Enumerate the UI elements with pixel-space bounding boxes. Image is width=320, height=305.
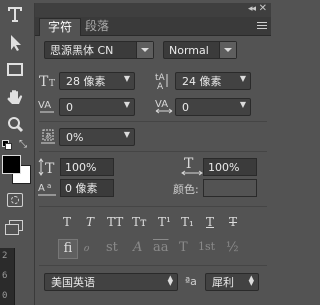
antialias-select[interactable]: 犀利 ▲ ▼	[205, 273, 259, 291]
font-family-dropdown[interactable]: 思源黑体 CN	[44, 41, 154, 59]
antialias-icon: ªa	[185, 275, 197, 288]
font-style-value: Normal	[169, 44, 209, 57]
strikethrough-button[interactable]: T	[229, 215, 237, 229]
tab-character[interactable]: 字符	[39, 18, 82, 36]
chevron-down-icon: ▼	[123, 74, 130, 83]
baseline-shift-value: 0 像素	[65, 182, 98, 195]
tracking-select[interactable]: 0 ▼	[175, 98, 251, 116]
chevron-down-icon	[219, 42, 236, 58]
character-panel: ◂◂ ✕ 字符 段落 思源黑体 CN Normal TT 28 像素 ▼ tA A…	[34, 3, 271, 305]
svg-text:あ: あ	[45, 132, 52, 140]
tracking-value: 0	[182, 101, 189, 114]
ordinals-button[interactable]: 1st	[198, 240, 215, 260]
stylistic-alternates-button[interactable]: aa	[153, 240, 169, 260]
kerning-value: 0	[66, 101, 73, 114]
baseline-shift-field[interactable]: 0 像素	[60, 179, 114, 197]
svg-text:T: T	[49, 79, 55, 88]
vertical-scale-icon: T	[38, 158, 60, 179]
svg-text:VA: VA	[155, 99, 168, 110]
tsume-icon: あ	[39, 127, 59, 148]
antialias-value: 犀利	[212, 276, 234, 289]
leading-value: 24 像素	[182, 75, 222, 88]
close-panel-icon[interactable]: ✕	[259, 3, 267, 14]
path-selection-tool-icon[interactable]	[4, 33, 26, 53]
discretionary-ligatures-button[interactable]: st	[106, 240, 118, 260]
text-color-swatch[interactable]	[203, 179, 257, 197]
separator	[39, 151, 267, 152]
horizontal-scale-field[interactable]: 100%	[203, 158, 257, 176]
kerning-select[interactable]: 0 ▼	[59, 98, 135, 116]
screen-mode-icon[interactable]	[5, 220, 23, 235]
foreground-color-swatch[interactable]	[2, 155, 21, 174]
subscript-button[interactable]: T₁	[181, 215, 194, 229]
tsume-value: 0%	[66, 131, 84, 144]
vertical-scale-field[interactable]: 100%	[60, 158, 114, 176]
hand-tool-icon[interactable]	[4, 88, 26, 108]
language-select[interactable]: 美国英语 ▲ ▼	[44, 273, 178, 291]
svg-text:A: A	[38, 183, 45, 194]
swap-colors-icon[interactable]: ⤡	[19, 139, 27, 150]
panel-tabs: 字符 段落	[35, 17, 271, 36]
tsume-select[interactable]: 0% ▼	[59, 128, 135, 146]
underline-button[interactable]: T	[206, 215, 214, 229]
tab-paragraph[interactable]: 段落	[77, 18, 117, 35]
kerning-icon: VA	[38, 98, 58, 117]
svg-text:A: A	[157, 82, 164, 89]
font-size-select[interactable]: 28 像素 ▼	[59, 72, 135, 90]
faux-bold-button[interactable]: T	[63, 215, 71, 229]
font-size-icon: TT	[39, 72, 59, 91]
type-tool-icon[interactable]	[4, 4, 26, 24]
horizontal-scale-icon: T	[181, 156, 203, 179]
standard-ligatures-button[interactable]: fi	[58, 239, 78, 259]
color-label: 颜色:	[173, 183, 199, 196]
chevron-updown-icon: ▲ ▼	[248, 274, 254, 287]
superscript-button[interactable]: T¹	[158, 215, 171, 229]
ruler-mark: 0	[2, 291, 8, 301]
chevron-updown-icon: ▲ ▼	[167, 274, 173, 287]
chevron-down-icon: ▼	[239, 100, 246, 109]
default-colors-icon[interactable]	[2, 140, 12, 150]
vertical-ruler: 2 6 0	[0, 248, 15, 305]
baseline-shift-icon: Aa	[38, 180, 60, 201]
small-caps-button[interactable]: Tт	[132, 215, 147, 229]
fractions-button[interactable]: ½	[226, 240, 239, 260]
titling-alternates-button[interactable]: T	[179, 240, 188, 260]
font-family-value: 思源黑体 CN	[50, 44, 114, 57]
contextual-alternates-button[interactable]: ℴ	[83, 240, 89, 260]
faux-italic-button[interactable]: T	[86, 215, 94, 229]
svg-text:T: T	[39, 74, 49, 88]
chevron-down-icon: ▼	[123, 130, 130, 139]
separator	[39, 206, 267, 207]
language-value: 美国英语	[51, 276, 95, 289]
chevron-down-icon	[136, 42, 153, 58]
leading-icon: tA A	[155, 72, 175, 92]
vertical-scale-value: 100%	[65, 161, 97, 174]
chevron-down-icon: ▼	[239, 74, 246, 83]
separator	[39, 121, 267, 122]
chevron-down-icon: ▼	[123, 100, 130, 109]
swash-button[interactable]: A	[133, 240, 142, 260]
tracking-icon: VA	[155, 98, 175, 117]
font-size-value: 28 像素	[66, 75, 106, 88]
panel-menu-icon[interactable]	[257, 22, 267, 31]
zoom-tool-icon[interactable]	[4, 115, 26, 135]
svg-text:VA: VA	[38, 100, 51, 111]
svg-text:T: T	[184, 156, 194, 172]
ruler-mark: 6	[2, 271, 8, 281]
quick-mask-icon[interactable]	[7, 193, 23, 207]
collapse-panel-icon[interactable]: ◂◂	[248, 4, 256, 14]
svg-text:a: a	[47, 182, 51, 190]
separator	[39, 265, 267, 266]
all-caps-button[interactable]: TT	[107, 215, 123, 229]
horizontal-scale-value: 100%	[208, 161, 240, 174]
ruler-mark: 2	[2, 251, 8, 261]
font-style-dropdown[interactable]: Normal	[163, 41, 237, 59]
leading-select[interactable]: 24 像素 ▼	[175, 72, 251, 90]
rectangle-tool-icon[interactable]	[4, 60, 26, 80]
svg-text:T: T	[45, 161, 55, 176]
